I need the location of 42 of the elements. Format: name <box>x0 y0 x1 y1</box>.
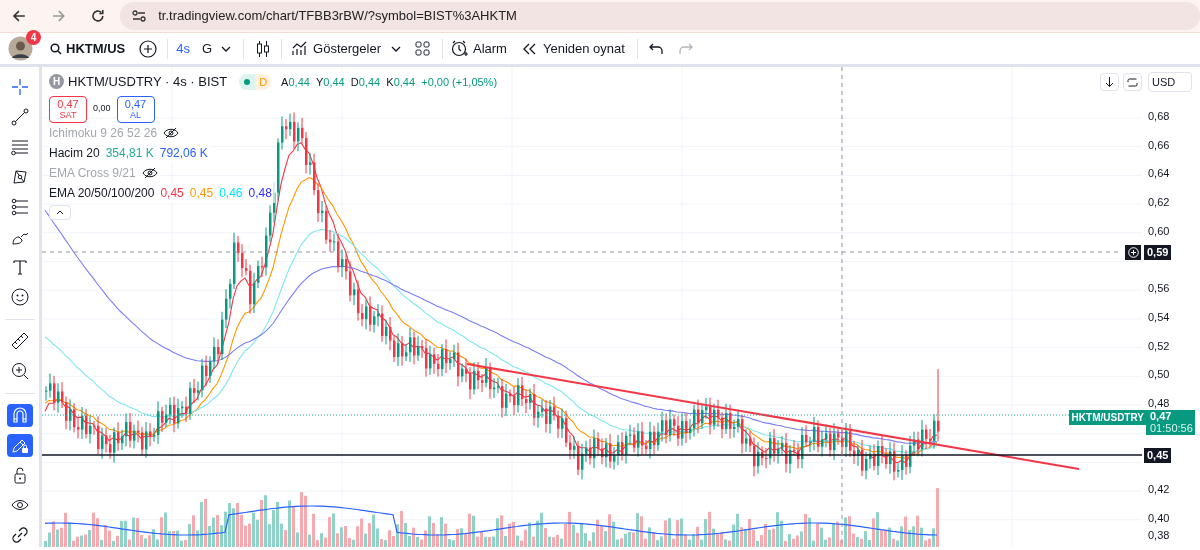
indicator-value: 0,48 <box>248 184 272 202</box>
axis-label: 0,52 <box>1148 339 1170 352</box>
alarm-button[interactable]: Alarm <box>451 38 507 59</box>
axis-label: 0,68 <box>1148 110 1170 122</box>
axis-label: 0,56 <box>1148 282 1170 295</box>
interval-button[interactable]: G <box>201 38 213 59</box>
url-text: tr.tradingview.com/chart/TFBB3rBW/?symbol=BIST%3AHKTM <box>158 7 517 26</box>
indicator-value: 792,06 K <box>159 144 208 162</box>
axis-label: 0,66 <box>1148 138 1170 151</box>
indicators-button[interactable]: Göstergeler <box>292 38 381 59</box>
axis-label: 0,40 <box>1148 511 1170 524</box>
indicator-name[interactable]: Hacim 20 <box>49 143 100 162</box>
spread-text: 0,00 <box>93 102 111 116</box>
symbol-logo: H <box>49 74 64 90</box>
interval-button[interactable]: 4s <box>176 38 190 59</box>
price-label: 0,59 <box>1144 245 1172 260</box>
axis-label: 0,48 <box>1148 397 1170 409</box>
axis-label: 0,62 <box>1148 196 1170 209</box>
indicator-value: 0,46 <box>219 184 243 202</box>
address-bar[interactable]: tr.tradingview.com/chart/TFBB3rBW/?symbol=BIST%3AHKTM <box>120 2 1200 30</box>
indicator-value: 0,45 <box>160 184 184 202</box>
countdown-text: 01:50:56 <box>1150 422 1194 434</box>
axis-label: 0,38 <box>1148 529 1170 541</box>
axis-label: 0,42 <box>1148 483 1170 496</box>
axis-label: 0,60 <box>1148 224 1170 237</box>
sell-button[interactable]: 0,47 SAT <box>49 95 87 123</box>
buy-button[interactable]: 0,47 AL <box>116 95 155 123</box>
replay-button[interactable]: Yeniden oynat <box>522 38 625 59</box>
currency-button[interactable]: USD <box>1148 72 1192 92</box>
indicator-value: 354,81 K <box>105 144 154 162</box>
indicator-value: 0,45 <box>189 184 214 202</box>
indicator-name[interactable]: EMA 20/50/100/200 <box>49 183 155 202</box>
axis-label: 0,64 <box>1148 167 1170 180</box>
price-label: 0,45 <box>1144 448 1172 463</box>
symbol-label: HKTM/USDTRY <box>1068 410 1147 425</box>
chart-title: HKTM/USDTRY · 4s · BIST <box>68 73 228 91</box>
status-text: D <box>255 73 272 90</box>
ohlc-values: A0,44 Y0,44 D0,44 K0,44 +0,00 (+1,05%) <box>281 74 498 90</box>
symbol-search-button[interactable]: HKTM/US <box>50 38 126 59</box>
axis-label: 0,50 <box>1148 368 1170 381</box>
price-text: 0,47 <box>1150 410 1173 422</box>
axis-label: 0,54 <box>1148 310 1170 323</box>
